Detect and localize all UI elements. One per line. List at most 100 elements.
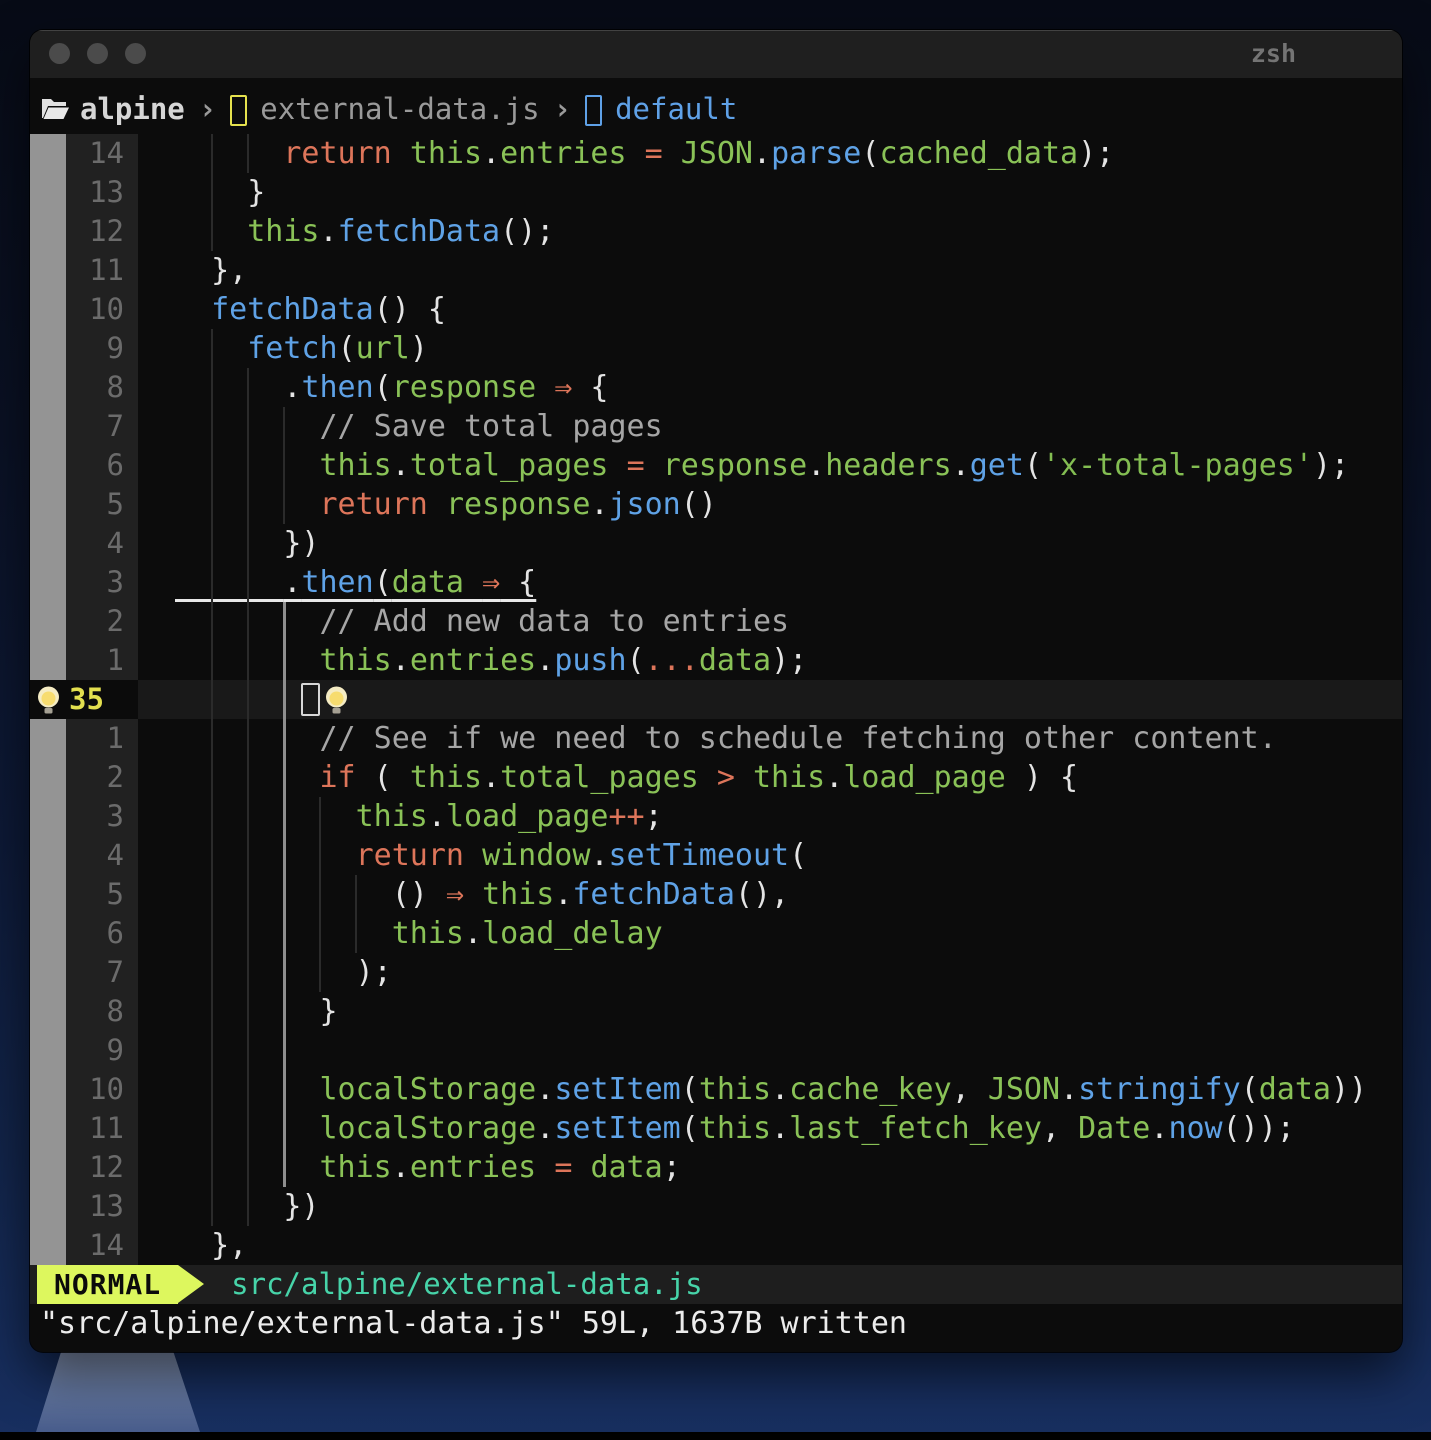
code-line-text: this.load_page++;	[138, 797, 1402, 836]
indent-guide	[247, 680, 249, 719]
indent-guide	[247, 1031, 249, 1070]
code-line-text: localStorage.setItem(this.last_fetch_key…	[138, 1109, 1402, 1148]
code-row[interactable]: 2 if ( this.total_pages > this.load_page…	[30, 758, 1402, 797]
code-area[interactable]: 14 return this.entries = JSON.parse(cach…	[30, 134, 1402, 1265]
code-line-text: }	[138, 173, 1402, 212]
code-row[interactable]: 5 return response.json()	[30, 485, 1402, 524]
line-number: 7	[66, 953, 138, 992]
statusline-filepath: src/alpine/external-data.js	[231, 1265, 702, 1304]
indent-guide	[283, 914, 286, 953]
line-number: 3	[66, 563, 138, 602]
sign-column	[30, 797, 66, 836]
indent-guide	[211, 1109, 213, 1148]
code-row[interactable]: 5 () ⇒ this.fetchData(),	[30, 875, 1402, 914]
indent-guide	[211, 1187, 213, 1226]
code-row[interactable]: 8 .then(response ⇒ {	[30, 368, 1402, 407]
indent-guide	[283, 1070, 286, 1109]
code-row[interactable]: 9	[30, 1031, 1402, 1070]
sign-column	[30, 602, 66, 641]
code-row[interactable]: 14 },	[30, 1226, 1402, 1265]
indent-guide	[283, 485, 285, 524]
code-row[interactable]: 10 fetchData() {	[30, 290, 1402, 329]
code-row[interactable]: 11 localStorage.setItem(this.last_fetch_…	[30, 1109, 1402, 1148]
indent-guide	[211, 992, 213, 1031]
indent-guide	[211, 446, 213, 485]
code-row[interactable]: 6 this.total_pages = response.headers.ge…	[30, 446, 1402, 485]
line-number: 11	[66, 251, 138, 290]
indent-guide	[247, 407, 249, 446]
code-row[interactable]: 12 this.fetchData();	[30, 212, 1402, 251]
symbol-glyph-icon	[585, 95, 602, 126]
sign-column	[30, 992, 66, 1031]
code-row[interactable]: 1 this.entries.push(...data);	[30, 641, 1402, 680]
indent-guide	[211, 524, 213, 563]
indent-guide	[211, 875, 213, 914]
close-button[interactable]	[49, 43, 70, 64]
indent-guide	[319, 914, 321, 953]
indent-guide	[283, 446, 285, 485]
indent-guide	[211, 173, 213, 212]
code-line-text: if ( this.total_pages > this.load_page )…	[138, 758, 1402, 797]
code-row[interactable]: 2 // Add new data to entries	[30, 602, 1402, 641]
indent-guide	[247, 1070, 249, 1109]
sign-column	[30, 329, 66, 368]
code-row[interactable]: 12 this.entries = data;	[30, 1148, 1402, 1187]
code-line-text: fetch(url)	[138, 329, 1402, 368]
code-row[interactable]: 4 return window.setTimeout(	[30, 836, 1402, 875]
code-row[interactable]: 7 );	[30, 953, 1402, 992]
indent-guide	[247, 524, 249, 563]
code-row[interactable]: 11 },	[30, 251, 1402, 290]
indent-guide	[211, 134, 213, 173]
sign-column	[30, 290, 66, 329]
code-line-text: // See if we need to schedule fetching o…	[138, 719, 1402, 758]
breadcrumb: alpine › external-data.js › default	[30, 78, 1402, 134]
indent-guide	[211, 953, 213, 992]
indent-guide	[247, 992, 249, 1031]
code-row[interactable]: 3 .then(data ⇒ {	[30, 563, 1402, 602]
minimize-button[interactable]	[87, 43, 108, 64]
file-glyph-icon	[230, 95, 247, 126]
code-row[interactable]: 10 localStorage.setItem(this.cache_key, …	[30, 1070, 1402, 1109]
code-line-text: .then(data ⇒ {	[138, 563, 1402, 602]
line-number: 1	[66, 641, 138, 680]
code-row[interactable]: 13 })	[30, 1187, 1402, 1226]
code-row[interactable]: 8 }	[30, 992, 1402, 1031]
code-row[interactable]: 35	[30, 680, 1402, 719]
line-number: 14	[66, 1226, 138, 1265]
sign-column	[30, 914, 66, 953]
code-row[interactable]: 4 })	[30, 524, 1402, 563]
lightbulb-icon	[35, 685, 62, 715]
indent-guide	[211, 602, 213, 641]
sign-column	[30, 173, 66, 212]
code-line-text: );	[138, 953, 1402, 992]
title-bar[interactable]: zsh	[30, 30, 1402, 78]
line-number: 5	[66, 875, 138, 914]
code-row[interactable]: 13 }	[30, 173, 1402, 212]
wallpaper-shape	[36, 1348, 200, 1432]
code-row[interactable]: 6 this.load_delay	[30, 914, 1402, 953]
code-row[interactable]: 14 return this.entries = JSON.parse(cach…	[30, 134, 1402, 173]
code-line-text: this.fetchData();	[138, 212, 1402, 251]
code-line-text: },	[138, 251, 1402, 290]
indent-guide	[247, 1187, 249, 1226]
indent-guide	[247, 1148, 249, 1187]
sign-column	[30, 875, 66, 914]
indent-guide	[211, 719, 213, 758]
line-number: 1	[66, 719, 138, 758]
sign-column	[30, 641, 66, 680]
line-number: 3	[66, 797, 138, 836]
zoom-button[interactable]	[125, 43, 146, 64]
code-line-text: return response.json()	[138, 485, 1402, 524]
indent-guide	[211, 1148, 213, 1187]
code-row[interactable]: 3 this.load_page++;	[30, 797, 1402, 836]
indent-guide	[211, 212, 213, 251]
line-number: 8	[66, 368, 138, 407]
code-row[interactable]: 7 // Save total pages	[30, 407, 1402, 446]
code-row[interactable]: 9 fetch(url)	[30, 329, 1402, 368]
code-line-text: this.load_delay	[138, 914, 1402, 953]
line-number: 4	[66, 836, 138, 875]
indent-guide	[283, 1148, 286, 1187]
indent-guide	[283, 719, 286, 758]
line-number: 9	[66, 329, 138, 368]
code-row[interactable]: 1 // See if we need to schedule fetching…	[30, 719, 1402, 758]
